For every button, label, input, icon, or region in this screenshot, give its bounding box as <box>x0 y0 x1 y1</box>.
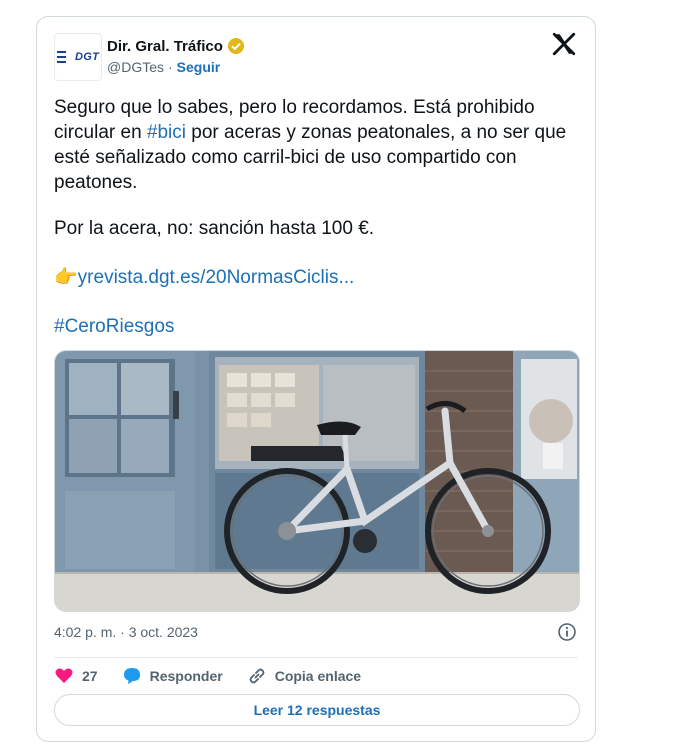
info-icon[interactable] <box>557 622 577 642</box>
pointing-hand-icon: 👉 <box>54 267 78 288</box>
link-icon <box>249 668 265 684</box>
tweet-text: Seguro que lo sabes, pero lo recordamos.… <box>54 95 574 339</box>
heart-icon <box>55 668 73 683</box>
action-bar: 27 Responder Copia enlace <box>54 664 385 688</box>
handle-row: @DGTes · Seguir <box>107 59 220 75</box>
account-handle[interactable]: @DGTes <box>107 59 164 75</box>
copy-link-label: Copia enlace <box>274 668 362 684</box>
account-name[interactable]: Dir. Gral. Tráfico <box>107 38 223 55</box>
copy-link-button[interactable]: Copia enlace <box>247 666 361 686</box>
reply-label: Responder <box>149 668 223 684</box>
logo-text: DGT <box>75 51 100 63</box>
bicycle-photo <box>55 351 579 611</box>
hashtag-bici-link[interactable]: #bici <box>147 122 186 143</box>
follow-button[interactable]: Seguir <box>177 59 221 75</box>
reply-bubble-icon <box>123 668 140 684</box>
account-name-row[interactable]: Dir. Gral. Tráfico <box>107 37 245 55</box>
tweet-image[interactable] <box>54 350 580 612</box>
reply-button[interactable]: Responder <box>122 666 223 686</box>
like-button[interactable]: 27 <box>54 666 98 686</box>
read-replies-button[interactable]: Leer 12 respuestas <box>54 694 580 726</box>
article-link[interactable]: yrevista.dgt.es/20NormasCiclis... <box>78 267 355 288</box>
hashtag-cero-riesgos-link[interactable]: #CeroRiesgos <box>54 314 574 339</box>
tweet-paragraph-1: Seguro que lo sabes, pero lo recordamos.… <box>54 95 574 195</box>
separator: · <box>168 59 173 75</box>
tweet-card: DGT Dir. Gral. Tráfico @DGTes · Seguir S… <box>36 16 596 742</box>
divider <box>54 657 578 658</box>
verified-badge-icon <box>227 38 244 54</box>
tweet-link-paragraph: 👉yrevista.dgt.es/20NormasCiclis... <box>54 265 574 290</box>
timestamp[interactable]: 4:02 p. m. · 3 oct. 2023 <box>54 624 198 640</box>
tweet-paragraph-2: Por la acera, no: sanción hasta 100 €. <box>54 218 375 239</box>
like-count: 27 <box>82 668 98 684</box>
x-logo-icon[interactable] <box>551 31 577 57</box>
